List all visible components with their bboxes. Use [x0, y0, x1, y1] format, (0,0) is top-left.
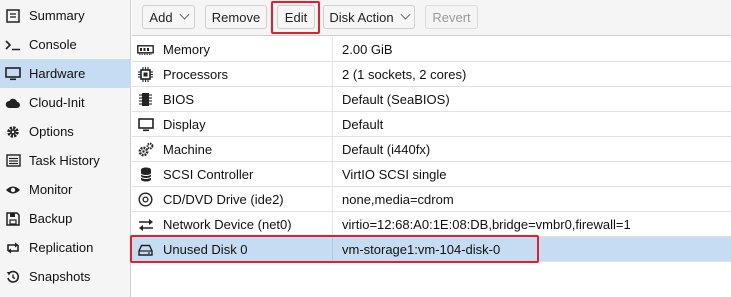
remove-button[interactable]: Remove	[205, 5, 267, 29]
row-key: SCSI Controller	[163, 167, 254, 182]
row-value: vm-storage1:vm-104-disk-0	[342, 242, 501, 257]
sidebar-item-label: Replication	[29, 240, 94, 255]
sidebar-item-label: Options	[29, 124, 74, 139]
sidebar-item-monitor[interactable]: Monitor	[0, 175, 131, 204]
chevron-down-icon	[179, 9, 190, 20]
remove-button-label: Remove	[211, 9, 261, 25]
sidebar-item-task-history[interactable]: Task History	[0, 146, 131, 175]
disk-action-button[interactable]: Disk Action	[323, 5, 415, 29]
monitor-icon	[4, 66, 22, 82]
row-value: Default (SeaBIOS)	[342, 92, 450, 107]
row-key: BIOS	[163, 92, 195, 107]
sidebar-item-hardware[interactable]: Hardware	[0, 59, 131, 88]
table-row[interactable]: Processors 2 (1 sockets, 2 cores)	[132, 62, 731, 87]
sidebar-item-snapshots[interactable]: Snapshots	[0, 262, 131, 291]
row-key: Processors	[163, 67, 229, 82]
sidebar-item-options[interactable]: Options	[0, 117, 131, 146]
sidebar-item-label: Snapshots	[29, 269, 91, 284]
row-key: Network Device (net0)	[163, 217, 292, 232]
row-key: Display	[163, 117, 206, 132]
row-value: Default	[342, 117, 384, 132]
cpu-icon	[137, 66, 154, 83]
sidebar-item-cloud-init[interactable]: Cloud-Init	[0, 88, 131, 117]
edit-button-label: Edit	[284, 9, 308, 25]
sidebar-item-label: Hardware	[29, 66, 86, 81]
table-row[interactable]: Display Default	[132, 112, 731, 137]
sidebar-item-console[interactable]: Console	[0, 30, 131, 59]
cdrom-icon	[137, 191, 154, 208]
row-value: virtio=12:68:A0:1E:08:DB,bridge=vmbr0,fi…	[342, 217, 631, 232]
summary-icon	[4, 8, 22, 24]
sidebar-item-backup[interactable]: Backup	[0, 204, 131, 233]
row-value: Default (i440fx)	[342, 142, 431, 157]
table-row[interactable]: BIOS Default (SeaBIOS)	[132, 87, 731, 112]
sidebar-item-label: Summary	[29, 8, 85, 23]
table-row[interactable]: Memory 2.00 GiB	[132, 37, 731, 62]
edit-button[interactable]: Edit	[277, 5, 315, 29]
eye-icon	[4, 182, 22, 198]
sidebar-item-label: Backup	[29, 211, 73, 226]
hdd-icon	[137, 241, 154, 258]
sidebar-item-replication[interactable]: Replication	[0, 233, 131, 262]
table-row[interactable]: SCSI Controller VirtIO SCSI single	[132, 162, 731, 187]
row-key: Machine	[163, 142, 213, 157]
database-icon	[137, 166, 154, 183]
row-key: Unused Disk 0	[163, 242, 248, 257]
row-value: VirtIO SCSI single	[342, 167, 447, 182]
revert-button[interactable]: Revert	[425, 5, 478, 29]
sidebar-item-label: Task History	[29, 153, 100, 168]
cogs-icon	[137, 141, 154, 158]
row-value: 2 (1 sockets, 2 cores)	[342, 67, 467, 82]
row-value: 2.00 GiB	[342, 42, 393, 57]
sidebar-item-summary[interactable]: Summary	[0, 1, 131, 30]
history-icon	[4, 269, 22, 285]
cloud-icon	[4, 95, 22, 111]
revert-button-label: Revert	[432, 9, 471, 25]
retweet-icon	[4, 240, 22, 256]
table-row[interactable]: Network Device (net0) virtio=12:68:A0:1E…	[132, 212, 731, 237]
floppy-icon	[4, 211, 22, 227]
console-icon	[4, 37, 22, 53]
chevron-down-icon	[400, 9, 411, 20]
row-value: none,media=cdrom	[342, 192, 454, 207]
table-row[interactable]: Unused Disk 0 vm-storage1:vm-104-disk-0	[132, 237, 731, 262]
row-key: CD/DVD Drive (ide2)	[163, 192, 284, 207]
disk-action-button-label: Disk Action	[329, 9, 394, 25]
sidebar-item-label: Console	[29, 37, 77, 52]
sidebar: Summary Console Hardware Cloud-Init Opti…	[0, 0, 131, 297]
table-row[interactable]: CD/DVD Drive (ide2) none,media=cdrom	[132, 187, 731, 212]
table-row[interactable]: Machine Default (i440fx)	[132, 137, 731, 162]
list-icon	[4, 153, 22, 169]
add-button[interactable]: Add	[142, 5, 195, 29]
gear-icon	[4, 124, 22, 140]
sidebar-item-label: Monitor	[29, 182, 73, 197]
exchange-icon	[137, 216, 154, 233]
add-button-label: Add	[149, 9, 173, 25]
row-key: Memory	[163, 42, 210, 57]
desktop-icon	[137, 116, 154, 133]
toolbar: Add Remove Edit Disk Action Revert	[132, 0, 731, 36]
microchip-icon	[137, 91, 154, 108]
sidebar-item-label: Cloud-Init	[29, 95, 85, 110]
memory-icon	[137, 41, 154, 58]
